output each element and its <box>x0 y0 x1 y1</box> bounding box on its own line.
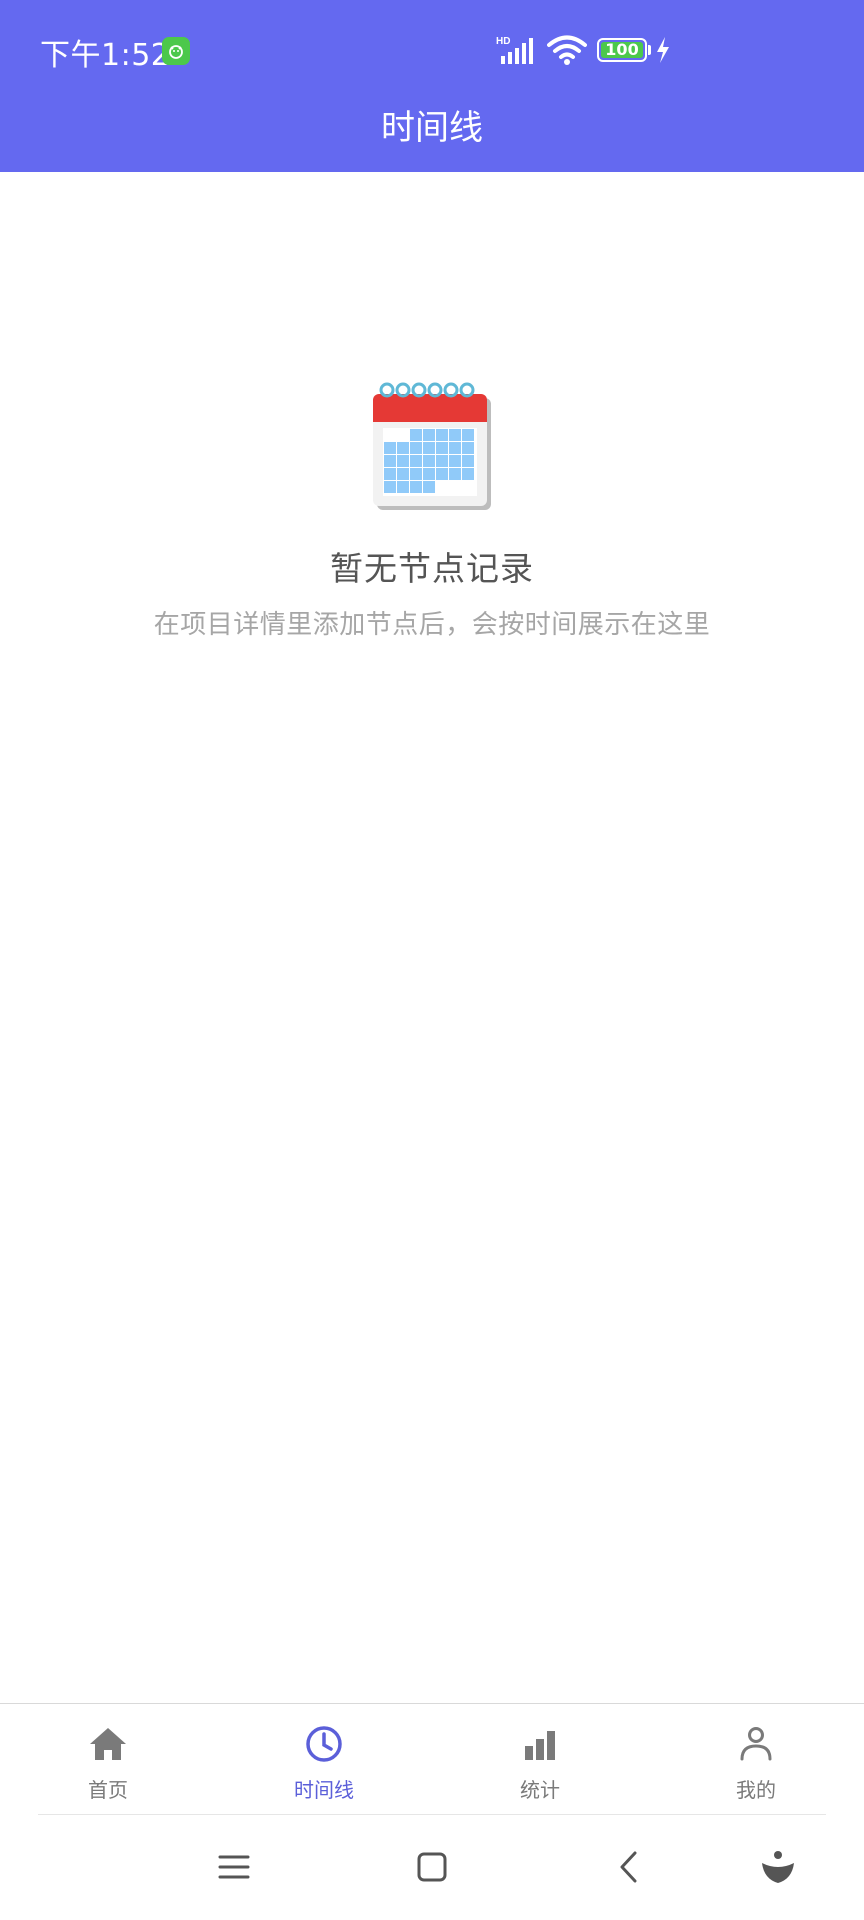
status-time: 下午1:52 <box>40 38 171 73</box>
status-bar: 下午1:52 HD 100 <box>0 0 864 100</box>
battery-icon: 100 <box>597 38 647 62</box>
empty-subtitle: 在项目详情里添加节点后，会按时间展示在这里 <box>153 610 711 640</box>
tab-stats[interactable]: 统计 <box>432 1704 648 1814</box>
tab-timeline[interactable]: 时间线 <box>216 1704 432 1814</box>
battery-level: 100 <box>605 40 639 59</box>
back-icon[interactable] <box>608 1845 652 1889</box>
tab-label: 我的 <box>736 1778 776 1802</box>
bar-chart-icon <box>525 1731 555 1760</box>
menu-icon[interactable] <box>212 1845 256 1889</box>
tab-label: 首页 <box>88 1778 128 1802</box>
calendar-icon <box>373 382 491 510</box>
tab-home[interactable]: 首页 <box>0 1704 216 1814</box>
page-title: 时间线 <box>381 108 483 148</box>
clock-icon <box>306 1726 342 1762</box>
app-header: 下午1:52 HD 100 时间线 <box>0 0 864 172</box>
system-nav-bar <box>0 1815 864 1920</box>
person-icon <box>740 1727 772 1761</box>
empty-state: 暂无节点记录 在项目详情里添加节点后，会按时间展示在这里 <box>0 380 864 641</box>
tab-profile[interactable]: 我的 <box>648 1704 864 1814</box>
svg-text:HD: HD <box>496 36 510 47</box>
app-notification-icon <box>162 37 190 65</box>
tab-label: 时间线 <box>294 1778 354 1802</box>
signal-icon: HD <box>496 36 533 64</box>
home-icon <box>90 1728 126 1760</box>
tab-label: 统计 <box>520 1778 560 1802</box>
bottom-tab-bar: 首页 时间线 统计 我的 <box>0 1703 864 1815</box>
screen: 下午1:52 HD 100 时间线 暂无节点记录 在项目详情里添加节点后，会按时… <box>0 0 864 1920</box>
wifi-icon <box>547 35 587 65</box>
charging-icon <box>657 37 669 63</box>
empty-title: 暂无节点记录 <box>330 549 534 588</box>
home-square-icon[interactable] <box>410 1845 454 1889</box>
assistant-icon[interactable] <box>756 1845 800 1889</box>
